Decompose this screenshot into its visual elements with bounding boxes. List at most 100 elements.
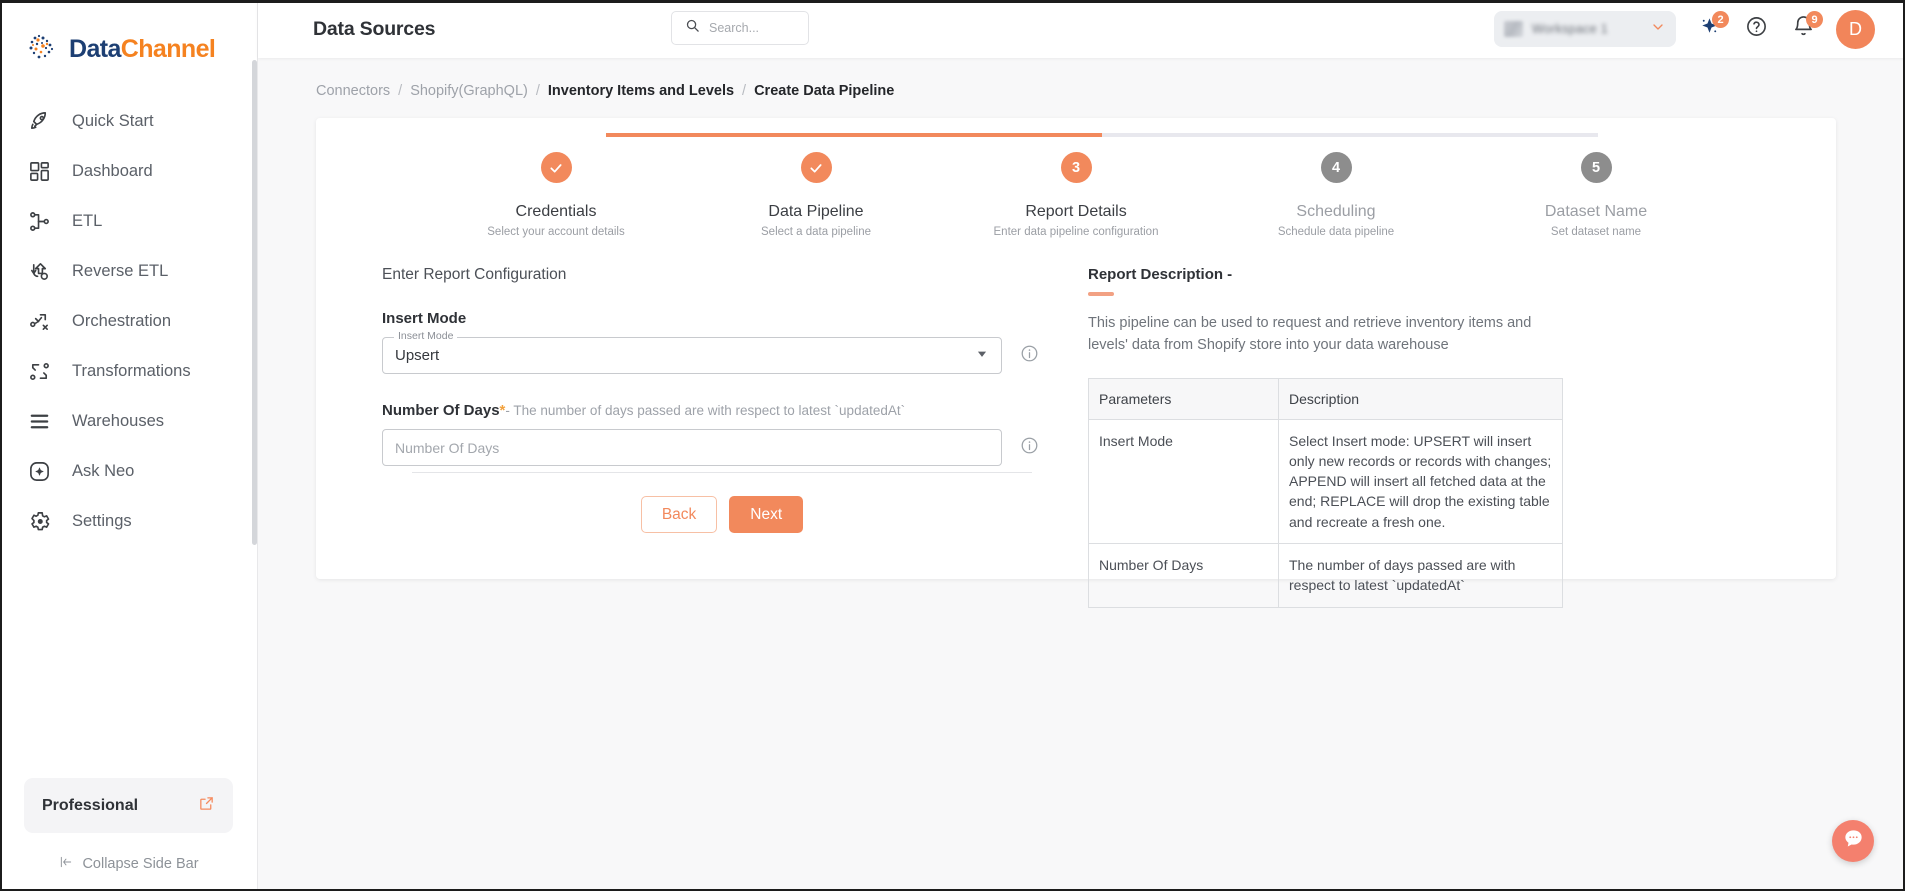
sidebar-item-dashboard[interactable]: Dashboard xyxy=(0,146,257,196)
external-link-icon[interactable] xyxy=(198,795,215,817)
sidebar-item-label: Dashboard xyxy=(72,161,153,180)
step-subtitle: Select your account details xyxy=(487,226,625,238)
step-credentials[interactable]: Credentials Select your account details xyxy=(426,152,686,238)
search-icon xyxy=(685,18,700,38)
stepper-connector-1 xyxy=(606,133,854,137)
number-of-days-hint: - The number of days passed are with res… xyxy=(505,403,906,418)
insert-mode-row: Insert Mode Upsert xyxy=(382,330,1082,374)
check-icon xyxy=(810,163,822,173)
workspace-logo-icon xyxy=(1504,21,1523,37)
stepper-connector-3 xyxy=(1102,133,1350,137)
sidebar: DataChannel Quick Start Dashboard ETL Re… xyxy=(0,0,258,891)
sparkle-square-icon xyxy=(26,458,52,484)
brand-logo[interactable]: DataChannel xyxy=(0,0,257,72)
search-input[interactable]: Search... xyxy=(671,11,809,45)
notification-badge-count: 9 xyxy=(1806,11,1823,28)
column-header-description: Description xyxy=(1278,377,1563,420)
cell-parameter: Insert Mode xyxy=(1088,418,1279,545)
number-of-days-input[interactable]: Number Of Days xyxy=(382,429,1002,466)
report-configuration-form: Enter Report Configuration Insert Mode I… xyxy=(382,266,1082,466)
step-title: Data Pipeline xyxy=(768,203,864,220)
step-title: Credentials xyxy=(515,203,597,220)
insert-mode-label: Insert Mode xyxy=(382,310,1082,327)
insert-mode-select[interactable]: Insert Mode Upsert xyxy=(382,330,1002,374)
back-button[interactable]: Back xyxy=(640,496,718,533)
title-underline xyxy=(1088,292,1114,296)
step-subtitle: Set dataset name xyxy=(1550,226,1642,238)
insert-mode-float-label: Insert Mode xyxy=(394,330,458,342)
window-edge-left xyxy=(0,0,2,891)
breadcrumb-item-inventory[interactable]: Inventory Items and Levels xyxy=(548,83,734,99)
notifications-button[interactable]: 9 xyxy=(1789,11,1823,43)
insert-mode-value: Upsert xyxy=(395,347,440,364)
reverse-etl-icon xyxy=(26,258,52,284)
step-data-pipeline[interactable]: Data Pipeline Select a data pipeline xyxy=(686,152,946,238)
number-of-days-placeholder: Number Of Days xyxy=(395,439,500,456)
insert-mode-label-text: Insert Mode xyxy=(382,310,467,327)
help-button[interactable] xyxy=(1742,15,1770,43)
page-title: Data Sources xyxy=(313,17,436,40)
chat-support-button[interactable] xyxy=(1832,820,1874,862)
report-description-body: This pipeline can be used to request and… xyxy=(1088,314,1532,353)
rocket-icon xyxy=(26,108,52,134)
cell-parameter: Number Of Days xyxy=(1088,543,1279,608)
step-marker xyxy=(800,152,832,183)
ai-assistant-button[interactable]: 2 xyxy=(1695,11,1729,43)
table-header-row: Parameters Description xyxy=(1088,377,1563,420)
workspace-selector[interactable]: Workspace 1 xyxy=(1494,11,1676,47)
step-report-details[interactable]: 3 Report Details Enter data pipeline con… xyxy=(946,152,1206,238)
window-edge-top xyxy=(0,0,1905,3)
insert-mode-info-icon[interactable] xyxy=(1020,344,1039,368)
cell-description: Select Insert mode: UPSERT will insert o… xyxy=(1278,418,1563,545)
step-subtitle: Select a data pipeline xyxy=(761,226,871,238)
top-header: Data Sources Search... Workspace 1 2 9 D xyxy=(258,0,1905,58)
avatar-initial: D xyxy=(1849,18,1862,39)
workspace-name: Workspace 1 xyxy=(1532,22,1609,36)
sidebar-item-warehouses[interactable]: Warehouses xyxy=(0,396,257,446)
sidebar-item-label: Settings xyxy=(72,511,132,530)
report-description-panel: Report Description - This pipeline can b… xyxy=(1088,266,1788,608)
number-of-days-row: Number Of Days xyxy=(382,429,1082,466)
chat-bubble-icon xyxy=(1842,827,1865,855)
brand-wordmark: DataChannel xyxy=(69,35,216,64)
report-description-title: Report Description - xyxy=(1088,266,1233,283)
chevron-down-icon xyxy=(1650,19,1666,40)
collapse-sidebar-label: Collapse Side Bar xyxy=(82,856,199,872)
sidebar-item-orchestration[interactable]: Orchestration xyxy=(0,296,257,346)
step-marker xyxy=(540,152,572,183)
warehouse-stack-icon xyxy=(26,408,52,434)
pipeline-wizard-card: Credentials Select your account details … xyxy=(316,118,1836,608)
sidebar-item-label: Transformations xyxy=(72,361,191,380)
step-marker: 3 xyxy=(1060,152,1092,183)
breadcrumb-separator: / xyxy=(398,83,403,99)
stepper-connector-4 xyxy=(1350,133,1598,137)
number-of-days-info-icon[interactable] xyxy=(1020,436,1039,460)
breadcrumb-item-shopify[interactable]: Shopify(GraphQL) xyxy=(410,83,528,99)
step-subtitle: Schedule data pipeline xyxy=(1277,226,1395,238)
breadcrumb-item-create-pipeline[interactable]: Create Data Pipeline xyxy=(754,83,894,99)
sidebar-item-etl[interactable]: ETL xyxy=(0,196,257,246)
breadcrumb-item-connectors[interactable]: Connectors xyxy=(316,83,390,99)
sidebar-item-quick-start[interactable]: Quick Start xyxy=(0,96,257,146)
plan-badge[interactable]: Professional xyxy=(24,778,233,833)
collapse-sidebar-button[interactable]: Collapse Side Bar xyxy=(24,855,233,873)
help-circle-icon xyxy=(1745,15,1768,43)
stepper-connector-2 xyxy=(854,133,1102,137)
check-icon xyxy=(550,163,562,173)
step-dataset-name[interactable]: 5 Dataset Name Set dataset name xyxy=(1466,152,1726,238)
sidebar-scrollbar[interactable] xyxy=(252,60,257,545)
sidebar-item-label: Reverse ETL xyxy=(72,261,169,280)
sidebar-item-label: Orchestration xyxy=(72,311,172,330)
step-title: Dataset Name xyxy=(1544,203,1648,220)
sidebar-item-transformations[interactable]: Transformations xyxy=(0,346,257,396)
sidebar-item-ask-neo[interactable]: Ask Neo xyxy=(0,446,257,496)
dropdown-arrow-icon[interactable] xyxy=(975,347,989,365)
wizard-actions: Back Next xyxy=(412,496,1032,533)
step-title: Report Details xyxy=(1025,203,1127,220)
sidebar-item-settings[interactable]: Settings xyxy=(0,496,257,546)
next-button[interactable]: Next xyxy=(729,496,804,533)
sidebar-item-reverse-etl[interactable]: Reverse ETL xyxy=(0,246,257,296)
sidebar-item-label: Quick Start xyxy=(72,111,154,130)
avatar[interactable]: D xyxy=(1836,9,1875,49)
step-scheduling[interactable]: 4 Scheduling Schedule data pipeline xyxy=(1206,152,1466,238)
